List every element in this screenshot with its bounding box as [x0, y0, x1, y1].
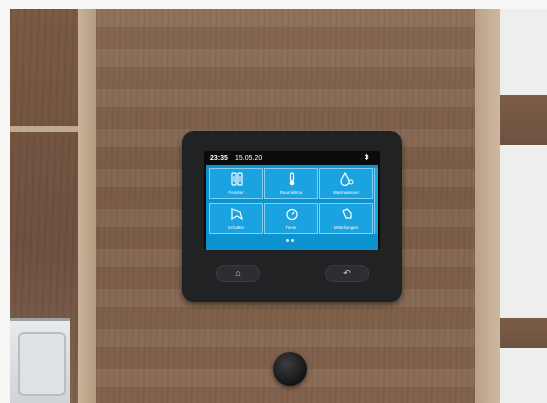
page-dot	[291, 239, 294, 242]
right-cabinet-top	[500, 95, 547, 145]
timer-icon	[286, 208, 298, 221]
rotary-knob[interactable]	[273, 352, 307, 386]
switch-icon	[231, 208, 243, 221]
back-icon: ↶	[343, 268, 351, 278]
panel-frame-right	[475, 9, 500, 403]
next-page-tile-edge[interactable]	[374, 168, 378, 234]
page-indicator	[286, 239, 298, 243]
water-drop-icon	[340, 172, 354, 186]
bell-icon	[342, 208, 352, 219]
back-button[interactable]: ↶	[325, 265, 369, 282]
home-icon: ⌂	[235, 268, 241, 278]
touch-screen: 23:35 15.05.20 Fenster Raumklima Warmwas…	[206, 153, 378, 250]
sink-basin	[18, 332, 66, 396]
page-dot	[286, 239, 289, 242]
tile-label: Schalter	[227, 225, 245, 230]
tile-label: Fenster	[228, 190, 244, 195]
tile-label: Mitteilungen	[333, 225, 359, 230]
tile-schalter[interactable]: Schalter	[209, 203, 263, 234]
tile-fenster[interactable]: Fenster	[209, 168, 263, 199]
status-bar: 23:35 15.05.20	[206, 153, 378, 165]
status-date: 15.05.20	[235, 155, 263, 162]
panel-frame-left	[78, 9, 96, 403]
tile-mitteilungen[interactable]: Mitteilungen	[319, 203, 373, 234]
tile-label: Timer	[285, 225, 297, 230]
tile-timer[interactable]: Timer	[264, 203, 318, 234]
photo-border-left	[0, 0, 10, 403]
tile-raumklima[interactable]: Raumklima	[264, 168, 318, 199]
tile-warmwasser[interactable]: Warmwasser	[319, 168, 373, 199]
status-time: 23:35	[210, 155, 228, 162]
photo-border-top	[0, 0, 547, 9]
home-button[interactable]: ⌂	[216, 265, 260, 282]
right-cabinet-bottom	[500, 318, 547, 348]
tile-label: Raumklima	[279, 190, 303, 195]
photo-scene: 23:35 15.05.20 Fenster Raumklima Warmwas…	[0, 0, 547, 403]
bluetooth-icon	[364, 153, 369, 166]
thermometer-icon	[289, 172, 295, 186]
window-icon	[231, 172, 243, 186]
tile-label: Warmwasser	[332, 190, 360, 195]
